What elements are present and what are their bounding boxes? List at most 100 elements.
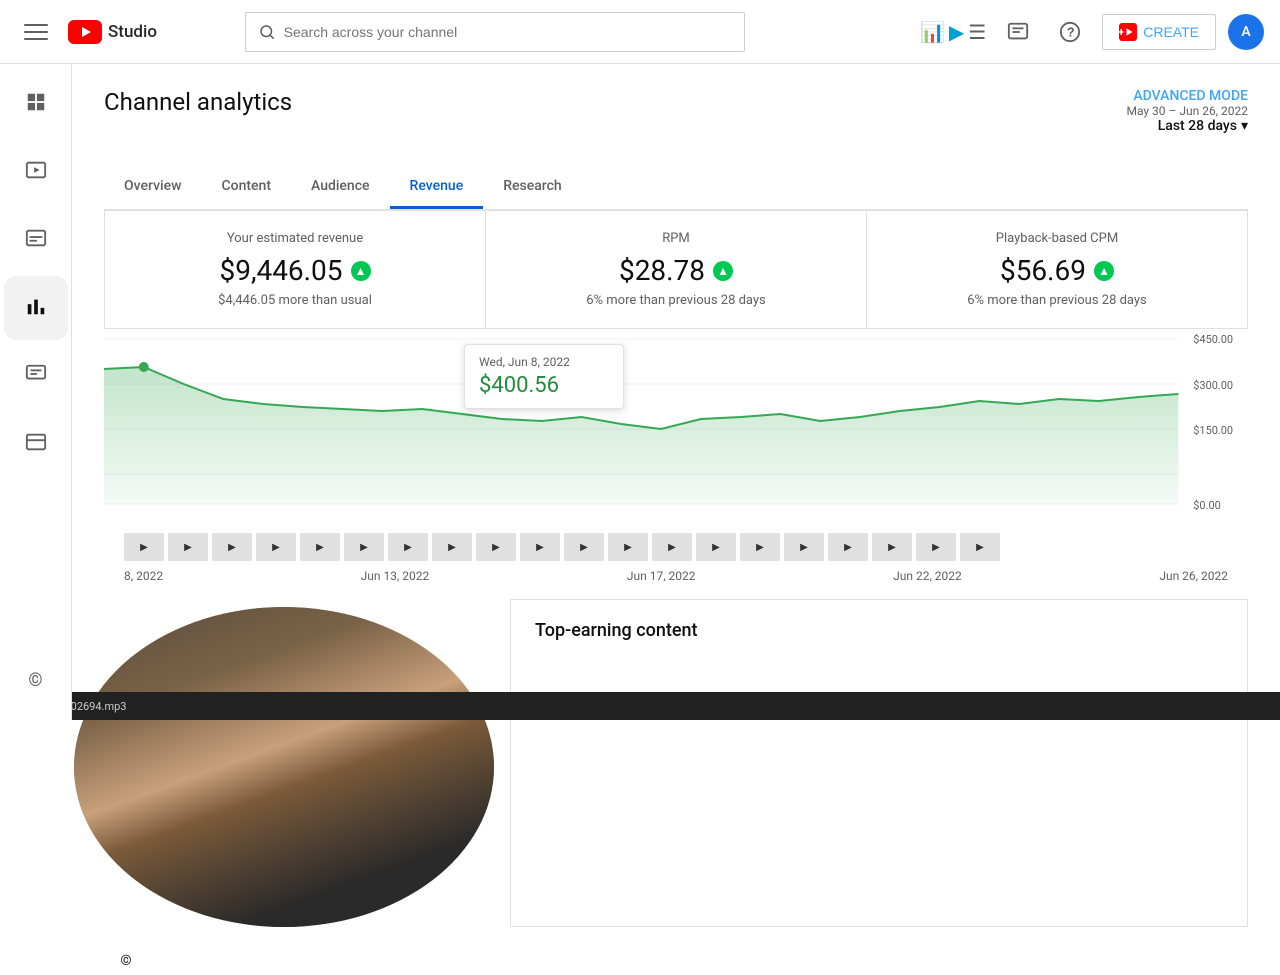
metric-change-cpm: 6% more than previous 28 days [891,293,1223,308]
sidebar-item-subtitles[interactable] [4,208,68,272]
top-earning-section: Top-earning content [510,599,1248,927]
video-thumb[interactable]: ▶ [652,533,692,561]
video-thumb[interactable]: ▶ [168,533,208,561]
rpm-amount: $28.78 [619,254,705,287]
sidebar-item-dashboard[interactable] [4,72,68,136]
page-title: Channel analytics [104,88,292,116]
chart-section: $450.00 $300.00 $150.00 $0.00 Wed, Jun 8… [104,329,1248,583]
tab-content[interactable]: Content [201,166,291,209]
video-thumb[interactable]: ▶ [212,533,252,561]
monetization-icon [25,431,47,458]
svg-text:$0.00: $0.00 [1193,499,1220,512]
metric-card-cpm: Playback-based CPM $56.69 ▲ 6% more than… [867,211,1247,328]
dashboard-icon [25,91,47,118]
metric-label-cpm: Playback-based CPM [891,231,1223,246]
topbar: Studio 📊 ▶ ☰ ? [0,0,1280,64]
tab-audience[interactable]: Audience [291,166,390,209]
video-thumb[interactable]: ▶ [432,533,472,561]
search-icon [258,23,276,41]
video-thumb[interactable]: ▶ [608,533,648,561]
video-thumb[interactable]: ▶ [828,533,868,561]
metric-value-cpm: $56.69 ▲ [891,254,1223,287]
video-thumb[interactable]: ▶ [872,533,912,561]
video-icon-cluster: 📊 ▶ ☰ [920,20,986,44]
cpm-trend-icon: ▲ [1094,261,1114,281]
metric-value-revenue: $9,446.05 ▲ [129,254,461,287]
video-thumb[interactable]: ▶ [300,533,340,561]
menu-icon[interactable]: ☰ [968,20,986,44]
sidebar-item-copyright[interactable]: © [4,648,68,712]
video-thumb[interactable]: ▶ [784,533,824,561]
chart-area [104,367,1178,504]
topbar-actions: 📊 ▶ ☰ ? CREATE A [920,12,1264,52]
metric-change-revenue: $4,446.05 more than usual [129,293,461,308]
revenue-trend-icon: ▲ [351,261,371,281]
avatar[interactable]: A [1228,14,1264,50]
tab-research[interactable]: Research [483,166,581,209]
metric-card-rpm: RPM $28.78 ▲ 6% more than previous 28 da… [486,211,867,328]
status-bar: review_102694.mp3 [0,692,1280,720]
tooltip-value: $400.56 [479,373,609,398]
help-button[interactable]: ? [1050,12,1090,52]
video-thumb[interactable]: ▶ [564,533,604,561]
period-label: Last 28 days [1158,118,1237,134]
chart-container[interactable]: $450.00 $300.00 $150.00 $0.00 Wed, Jun 8… [104,329,1248,529]
content-icon [25,159,47,186]
video-thumb[interactable]: ▶ [476,533,516,561]
search-input[interactable] [284,24,732,40]
video-thumb[interactable]: ▶ [388,533,428,561]
date-range-container: May 30 – Jun 26, 2022 Last 28 days ▾ [1126,104,1248,134]
video-thumb[interactable]: ▶ [344,533,384,561]
video-thumb[interactable]: ▶ [740,533,780,561]
metric-label-revenue: Your estimated revenue [129,231,461,246]
date-range-select[interactable]: Last 28 days ▾ [1126,118,1248,134]
rpm-trend-icon: ▲ [713,261,733,281]
x-label-5: Jun 26, 2022 [1159,569,1228,583]
header-right: ADVANCED MODE May 30 – Jun 26, 2022 Last… [1126,88,1248,142]
top-earning-title: Top-earning content [535,620,697,641]
x-label-1: 8, 2022 [124,569,163,583]
copyright-icon: © [28,670,42,691]
sidebar-item-content[interactable] [4,140,68,204]
date-range-label: May 30 – Jun 26, 2022 [1126,104,1248,118]
video-thumb[interactable]: ▶ [256,533,296,561]
video-thumb[interactable]: ▶ [124,533,164,561]
metric-label-rpm: RPM [510,231,842,246]
chart-point [139,362,149,372]
revenue-chart: $450.00 $300.00 $150.00 $0.00 [104,329,1248,529]
create-button[interactable]: CREATE [1102,14,1216,50]
analytics-icon[interactable]: 📊 [920,20,945,44]
x-label-2: Jun 13, 2022 [361,569,430,583]
tab-revenue[interactable]: Revenue [390,166,484,209]
video-thumb[interactable]: ▶ [916,533,956,561]
x-label-4: Jun 22, 2022 [893,569,962,583]
sidebar: © [0,64,72,720]
youtube-logo[interactable]: Studio [68,20,157,44]
sidebar-item-comments[interactable] [4,344,68,408]
sidebar-item-analytics[interactable] [4,276,68,340]
video-thumb[interactable]: ▶ [520,533,560,561]
topbar-left: Studio [16,12,157,52]
comments-sidebar-icon [25,363,47,390]
user-image-inner [74,607,494,927]
revenue-amount: $9,446.05 [219,254,342,287]
search-bar[interactable] [245,12,745,52]
subtitles-icon [25,227,47,254]
video-thumb[interactable]: ▶ [960,533,1000,561]
bottom-section: © Top-earning content [104,599,1248,927]
svg-text:$450.00: $450.00 [1193,333,1233,346]
video-thumb[interactable]: ▶ [696,533,736,561]
metric-value-rpm: $28.78 ▲ [510,254,842,287]
hamburger-menu[interactable] [16,12,56,52]
sidebar-item-monetization[interactable] [4,412,68,476]
advanced-mode-link[interactable]: ADVANCED MODE [1133,88,1248,104]
copyright-badge: © [112,947,140,975]
video-thumbnails-row: ▶ ▶ ▶ ▶ ▶ ▶ ▶ ▶ ▶ ▶ ▶ ▶ ▶ ▶ ▶ ▶ ▶ ▶ ▶ ▶ [104,529,1248,565]
tabs-container: Overview Content Audience Revenue Resear… [104,166,1248,210]
x-label-3: Jun 17, 2022 [627,569,696,583]
studio-label: Studio [108,22,157,42]
chart-tooltip: Wed, Jun 8, 2022 $400.56 [464,344,624,409]
tab-overview[interactable]: Overview [104,166,201,209]
play-icon[interactable]: ▶ [949,20,964,44]
comments-button[interactable] [998,12,1038,52]
